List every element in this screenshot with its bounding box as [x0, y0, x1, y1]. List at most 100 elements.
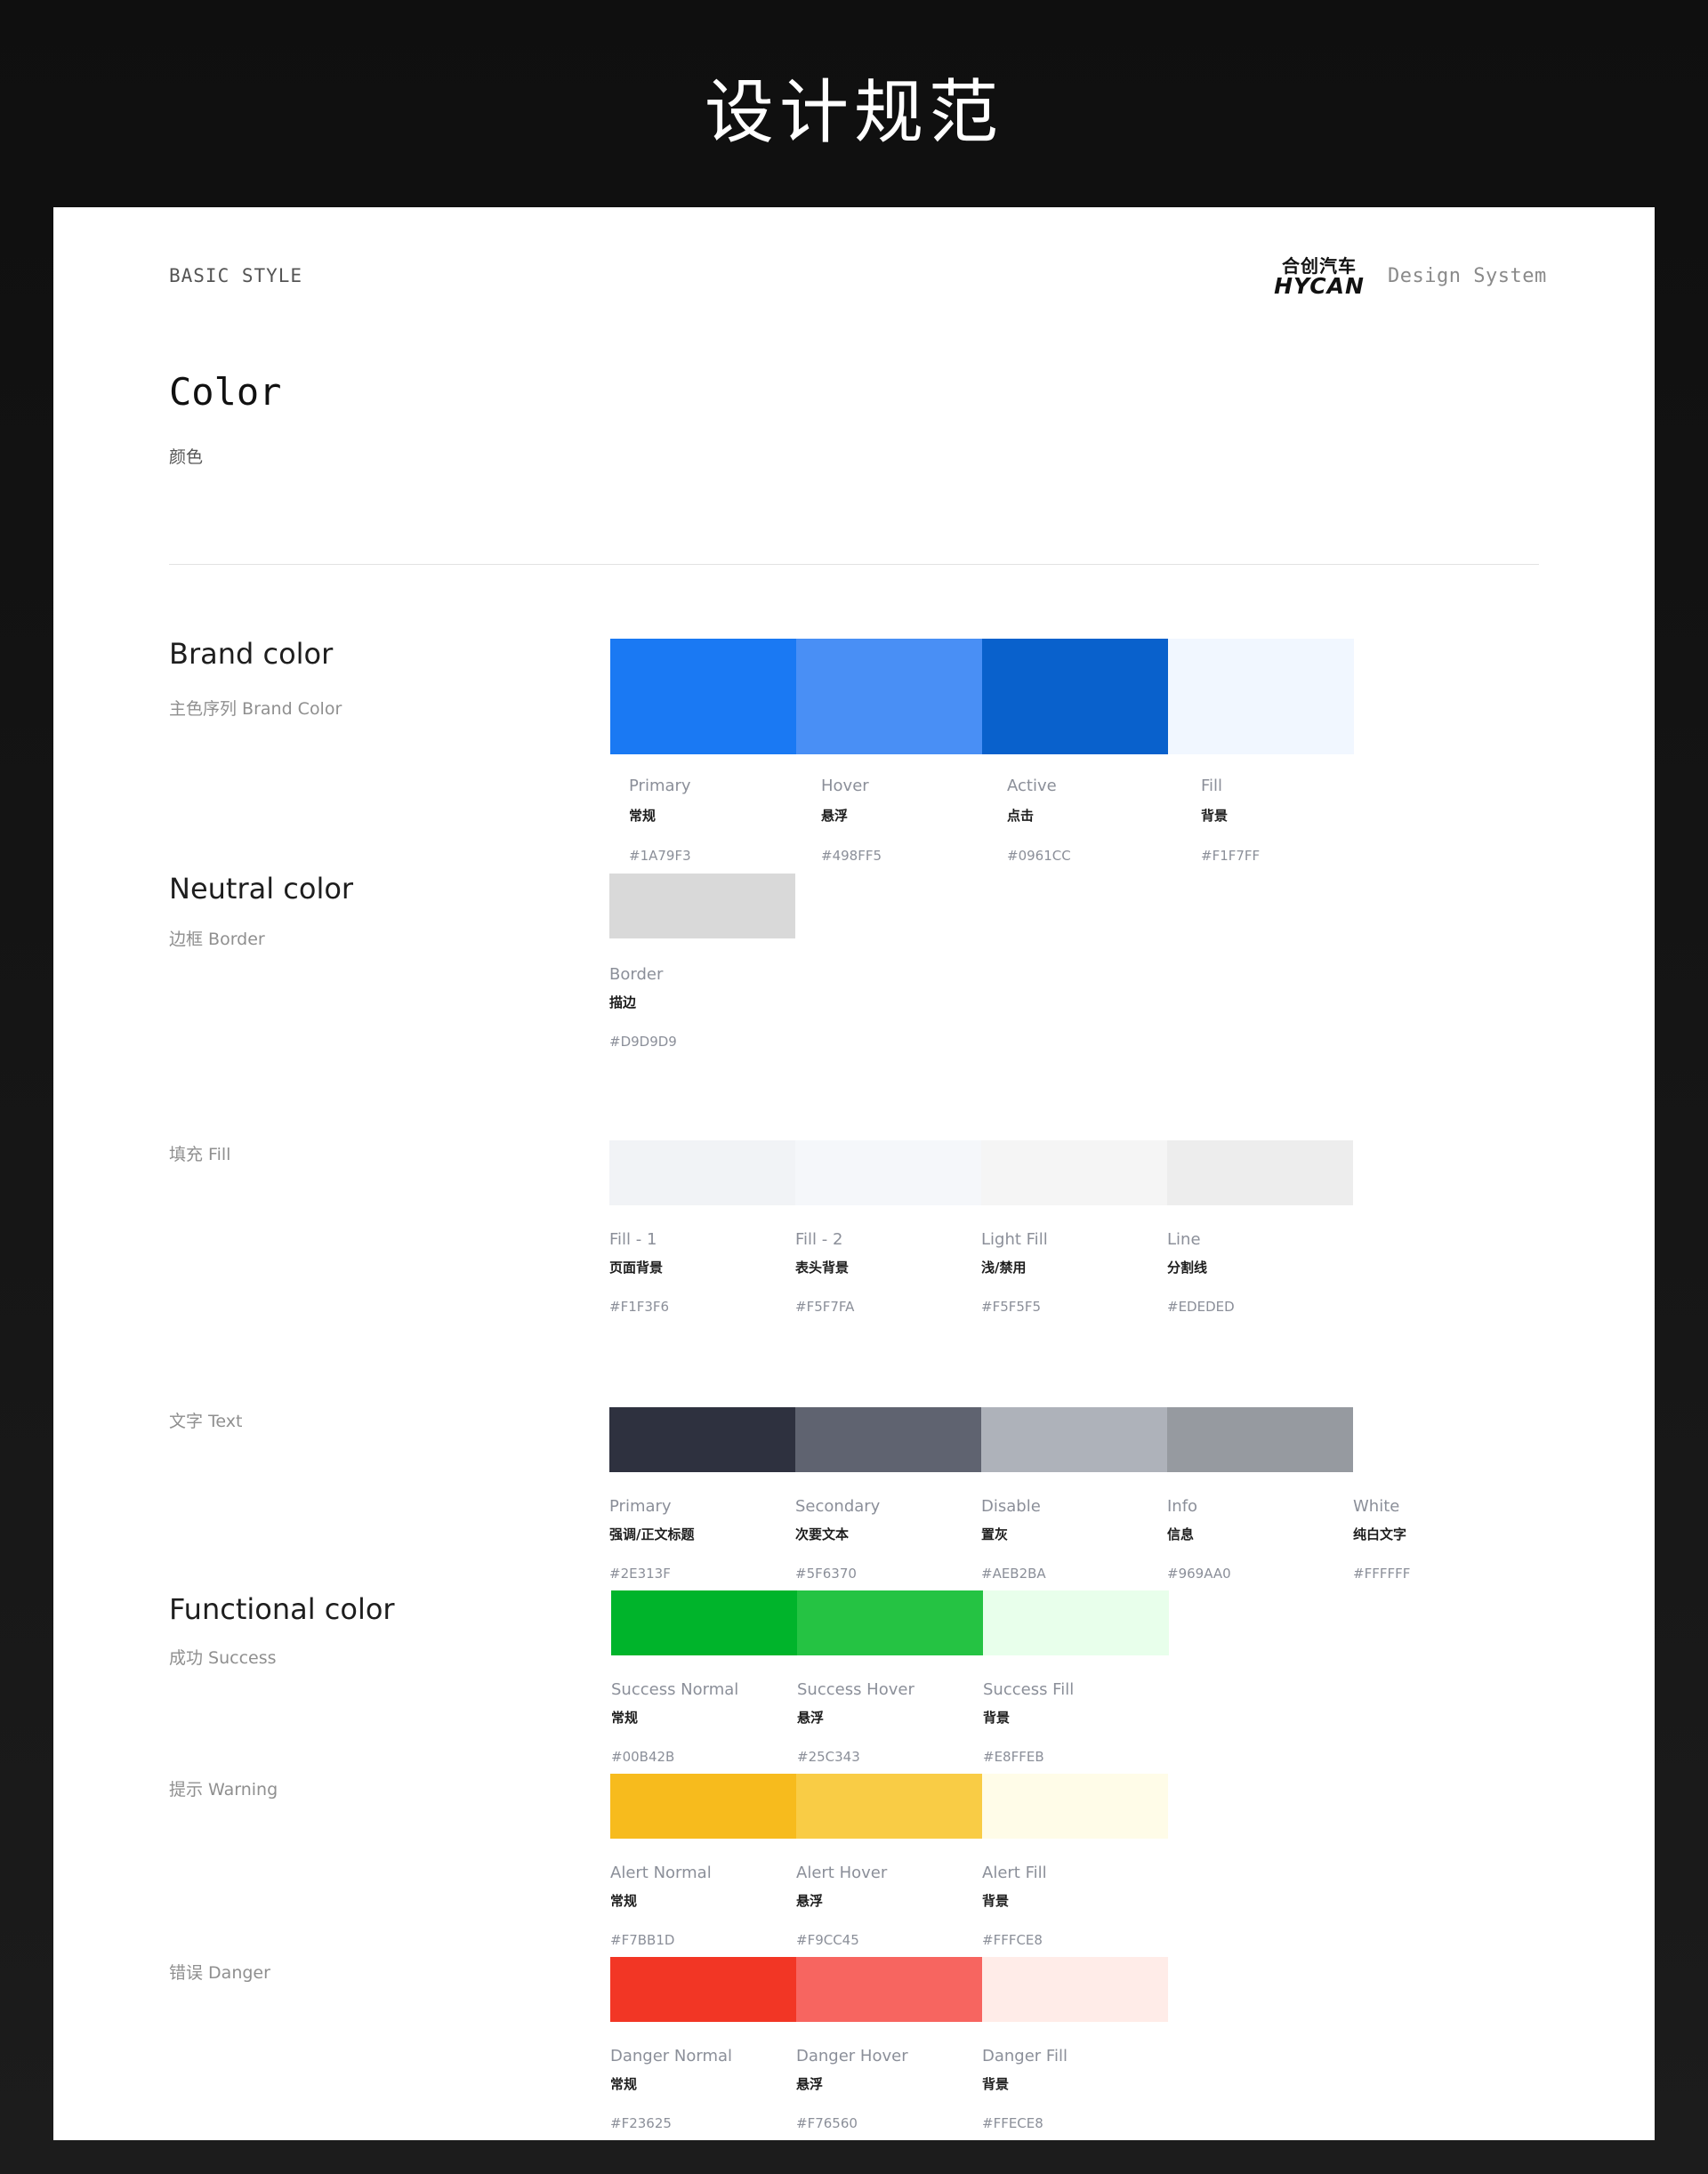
color-swatch-success-3: [983, 1590, 1169, 1655]
swatch-label-cn: 悬浮: [796, 1893, 824, 1909]
swatch-hex-code: #5F6370: [795, 1566, 857, 1582]
swatch-label-cn: 常规: [610, 1893, 638, 1909]
brand-color-subtitle: 主色序列 Brand Color: [169, 699, 342, 719]
swatch-label-cn: 表头背景: [795, 1260, 850, 1276]
swatch-label-en: Primary: [609, 1497, 672, 1516]
swatch-label-en: Alert Fill: [982, 1864, 1047, 1882]
functional-warning-subtitle: 提示 Warning: [169, 1780, 278, 1800]
swatch-label-cn: 常规: [629, 808, 657, 824]
swatch-label-en: Hover: [821, 777, 869, 795]
swatch-label-cn: 信息: [1167, 1526, 1195, 1542]
color-swatch-warning-3: [982, 1774, 1168, 1839]
color-swatch-text-1: [609, 1407, 795, 1472]
swatch-hex-code: #498FF5: [821, 848, 882, 864]
swatch-hex-code: #F1F3F6: [609, 1299, 670, 1315]
swatch-hex-code: #AEB2BA: [981, 1566, 1046, 1582]
swatch-hex-code: #FFFFFF: [1353, 1566, 1411, 1582]
color-title: Color: [169, 370, 282, 414]
color-swatch-text-3: [981, 1407, 1167, 1472]
swatch-label-en: Line: [1167, 1230, 1201, 1249]
swatch-label-en: Active: [1007, 777, 1057, 795]
swatch-label-cn: 置灰: [981, 1526, 1009, 1542]
color-swatch-danger-1: [610, 1957, 796, 2022]
swatch-label-cn: 常规: [610, 2076, 638, 2092]
swatch-label-en: Success Normal: [611, 1680, 739, 1699]
swatch-label-en: Alert Hover: [796, 1864, 888, 1882]
swatch-label-en: Danger Fill: [982, 2047, 1068, 2065]
swatch-label-cn: 背景: [1201, 808, 1229, 824]
swatch-hex-code: #FFECE8: [982, 2115, 1043, 2131]
swatch-label-cn: 页面背景: [609, 1260, 664, 1276]
color-swatch-danger-2: [796, 1957, 982, 2022]
swatch-hex-code: #F23625: [610, 2115, 672, 2131]
color-swatch-border-1: [609, 874, 795, 938]
swatch-label-cn: 纯白文字: [1353, 1526, 1407, 1542]
swatch-hex-code: #F1F7FF: [1201, 848, 1261, 864]
functional-success-subtitle: 成功 Success: [169, 1648, 277, 1668]
hycan-logo: 合创汽车 HYCAN: [1274, 256, 1365, 297]
swatch-label-cn: 分割线: [1167, 1260, 1208, 1276]
swatch-label-en: Success Hover: [797, 1680, 914, 1699]
color-swatch-text-4: [1167, 1407, 1353, 1472]
swatch-hex-code: #0961CC: [1007, 848, 1071, 864]
color-swatch-brand-2: [796, 639, 982, 754]
swatch-hex-code: #F76560: [796, 2115, 858, 2131]
swatch-hex-code: #F5F7FA: [795, 1299, 855, 1315]
swatch-hex-code: #25C343: [797, 1749, 860, 1765]
swatch-hex-code: #FFFCE8: [982, 1932, 1043, 1948]
swatch-hex-code: #1A79F3: [629, 848, 691, 864]
color-swatch-fill-4: [1167, 1140, 1353, 1205]
color-swatch-success-1: [611, 1590, 797, 1655]
swatch-label-en: Danger Hover: [796, 2047, 908, 2065]
color-swatch-brand-3: [982, 639, 1168, 754]
swatch-hex-code: #E8FFEB: [983, 1749, 1044, 1765]
swatch-label-en: Info: [1167, 1497, 1198, 1516]
neutral-text-subtitle: 文字 Text: [169, 1412, 243, 1431]
swatch-label-en: Danger Normal: [610, 2047, 733, 2065]
swatch-label-en: Primary: [629, 777, 691, 795]
color-swatch-warning-2: [796, 1774, 982, 1839]
swatch-label-cn: 次要文本: [795, 1526, 850, 1542]
functional-danger-subtitle: 错误 Danger: [169, 1963, 270, 1983]
swatch-label-en: Secondary: [795, 1497, 881, 1516]
design-system-label: Design System: [1388, 265, 1547, 287]
swatch-label-cn: 浅/禁用: [981, 1260, 1027, 1276]
neutral-fill-subtitle: 填充 Fill: [169, 1145, 231, 1164]
swatch-label-cn: 悬浮: [797, 1710, 825, 1726]
swatch-label-en: Fill - 2: [795, 1230, 843, 1249]
brand-color-title: Brand color: [169, 637, 334, 671]
logo-en-text: HYCAN: [1274, 273, 1365, 299]
swatch-hex-code: #2E313F: [609, 1566, 671, 1582]
functional-color-title: Functional color: [169, 1592, 395, 1626]
divider: [169, 564, 1539, 565]
color-swatch-fill-1: [609, 1140, 795, 1205]
color-swatch-fill-2: [795, 1140, 981, 1205]
swatch-label-en: Success Fill: [983, 1680, 1075, 1699]
swatch-label-cn: 背景: [983, 1710, 1011, 1726]
swatch-label-en: Border: [609, 965, 664, 984]
swatch-label-en: Light Fill: [981, 1230, 1048, 1249]
swatch-label-cn: 背景: [982, 1893, 1010, 1909]
color-swatch-danger-3: [982, 1957, 1168, 2022]
page-title: 设计规范: [704, 73, 1003, 153]
swatch-label-cn: 点击: [1007, 808, 1035, 824]
swatch-hex-code: #F5F5F5: [981, 1299, 1042, 1315]
color-swatch-warning-1: [610, 1774, 796, 1839]
neutral-border-subtitle: 边框 Border: [169, 930, 265, 949]
swatch-label-cn: 常规: [611, 1710, 639, 1726]
swatch-label-cn: 悬浮: [796, 2076, 824, 2092]
neutral-color-title: Neutral color: [169, 872, 354, 906]
spec-sheet: BASIC STYLE 合创汽车 HYCAN Design System Col…: [53, 207, 1655, 2140]
swatch-label-en: Alert Normal: [610, 1864, 712, 1882]
swatch-label-cn: 悬浮: [821, 808, 849, 824]
swatch-label-en: Fill - 1: [609, 1230, 657, 1249]
color-swatch-fill-3: [981, 1140, 1167, 1205]
swatch-label-cn: 描边: [609, 994, 637, 1011]
swatch-label-cn: 背景: [982, 2076, 1010, 2092]
basic-style-label: BASIC STYLE: [169, 265, 303, 286]
swatch-hex-code: #969AA0: [1167, 1566, 1231, 1582]
color-swatch-text-2: [795, 1407, 981, 1472]
swatch-hex-code: #EDEDED: [1167, 1299, 1235, 1315]
color-subtitle: 颜色: [169, 447, 204, 467]
color-swatch-success-2: [797, 1590, 983, 1655]
